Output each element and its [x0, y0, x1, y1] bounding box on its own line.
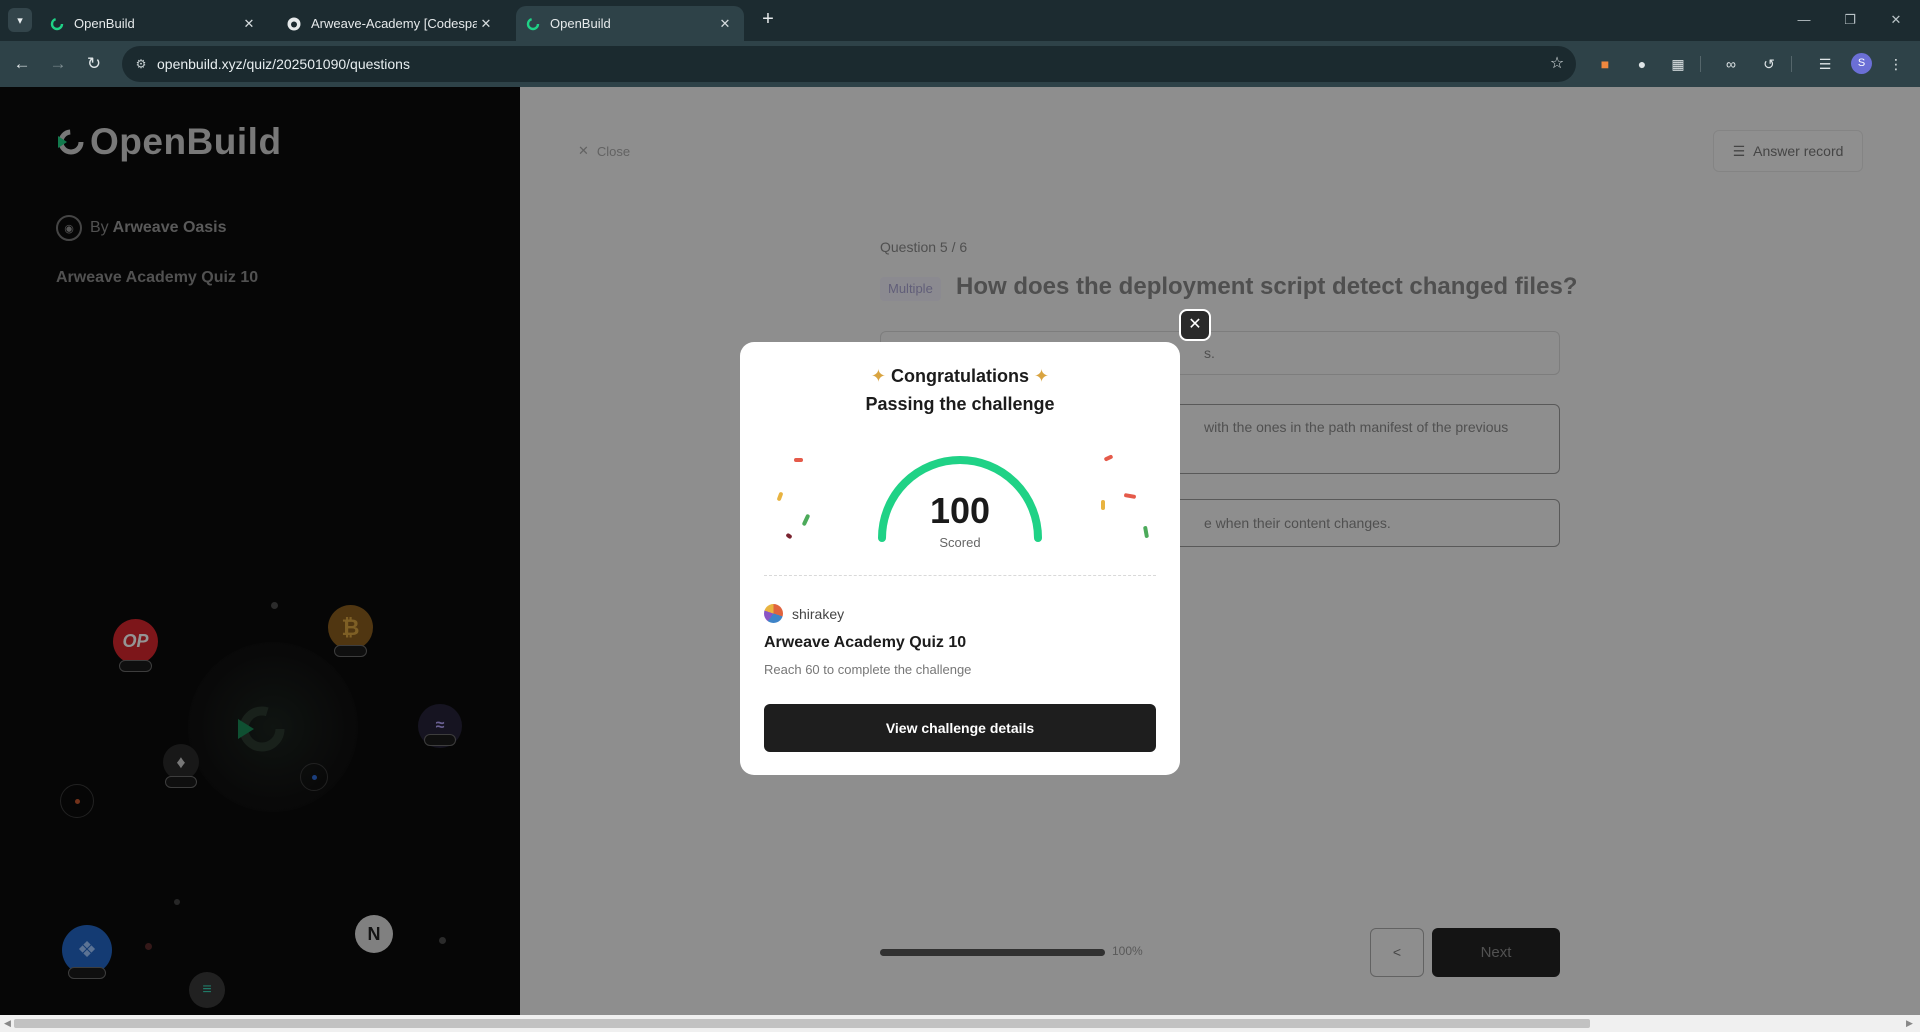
- minimize-icon: —: [1797, 12, 1811, 27]
- dashed-divider: [764, 575, 1156, 576]
- toolbar-separator: [1791, 56, 1792, 72]
- scroll-right-icon[interactable]: ▶: [1906, 1018, 1913, 1029]
- tab-title: OpenBuild: [74, 16, 135, 31]
- media-control-icon[interactable]: ☰: [1815, 54, 1835, 74]
- score-label: Scored: [939, 535, 981, 550]
- toolbar-separator: [1700, 56, 1701, 72]
- modal-close-button[interactable]: ✕: [1179, 309, 1211, 341]
- link-icon[interactable]: ∞: [1721, 54, 1741, 74]
- arrow-right-icon: →: [49, 54, 67, 73]
- new-tab-button[interactable]: +: [756, 8, 780, 32]
- close-tab-icon[interactable]: ✕: [716, 15, 734, 33]
- metamask-extension-icon[interactable]: ■: [1595, 54, 1615, 74]
- user-avatar: [764, 604, 783, 623]
- tab-title: OpenBuild: [550, 16, 611, 31]
- close-window-button[interactable]: ✕: [1882, 8, 1910, 32]
- party-popper-icon: ✦: [1034, 366, 1050, 386]
- close-icon: ✕: [1890, 12, 1902, 27]
- tab-bar: ▾ OpenBuild ✕ Arweave-Academy [Codespace…: [0, 0, 1920, 41]
- plus-icon: +: [762, 8, 774, 30]
- tab-title: Arweave-Academy [Codespaces: [311, 16, 477, 31]
- horizontal-scrollbar[interactable]: ◀ ▶: [0, 1015, 1920, 1032]
- reload-button[interactable]: ↻: [82, 52, 106, 76]
- arrow-left-icon: ←: [13, 54, 31, 73]
- github-icon: [287, 17, 301, 30]
- username: shirakey: [792, 605, 845, 622]
- modal-title: ✦ Congratulations ✦: [740, 366, 1180, 387]
- close-tab-icon[interactable]: ✕: [477, 15, 495, 33]
- chevron-down-icon: ▾: [17, 14, 23, 27]
- score-value: 100: [929, 490, 991, 531]
- reload-icon: ↻: [86, 54, 102, 73]
- ghost-extension-icon[interactable]: ●: [1632, 54, 1652, 74]
- close-tab-icon[interactable]: ✕: [240, 15, 258, 33]
- page: OpenBuild ◉ By Arweave Oasis Arweave Aca…: [0, 87, 1920, 1015]
- tab-openbuild-1[interactable]: OpenBuild ✕: [40, 6, 268, 41]
- forward-button[interactable]: →: [46, 52, 70, 76]
- close-icon: ✕: [1188, 316, 1202, 333]
- challenge-requirement: Reach 60 to complete the challenge: [764, 662, 972, 677]
- browser-toolbar: ← → ↻ ⚙ openbuild.xyz/quiz/202501090/que…: [0, 41, 1920, 87]
- menu-kebab-icon[interactable]: ⋮: [1886, 54, 1906, 74]
- address-bar[interactable]: ⚙ openbuild.xyz/quiz/202501090/questions…: [122, 46, 1576, 82]
- scrollbar-thumb[interactable]: [14, 1019, 1590, 1028]
- back-button[interactable]: ←: [10, 52, 34, 76]
- restore-icon: ❐: [1844, 12, 1856, 27]
- view-challenge-details-button[interactable]: View challenge details: [764, 704, 1156, 752]
- user-info: shirakey: [764, 604, 844, 623]
- party-popper-icon: ✦: [870, 366, 886, 386]
- confetti-piece: [794, 458, 803, 462]
- congratulations-modal: ✦ Congratulations ✦ Passing the challeng…: [740, 342, 1180, 775]
- profile-avatar[interactable]: S: [1851, 53, 1872, 74]
- modal-title-text: Congratulations: [891, 366, 1029, 386]
- site-settings-icon[interactable]: ⚙: [132, 55, 150, 73]
- tab-openbuild-active[interactable]: OpenBuild ✕: [516, 6, 744, 41]
- bookmark-star-icon[interactable]: ☆: [1546, 53, 1568, 75]
- minimize-button[interactable]: —: [1790, 8, 1818, 32]
- history-icon[interactable]: ↺: [1759, 54, 1779, 74]
- modal-quiz-name: Arweave Academy Quiz 10: [764, 634, 967, 651]
- modal-subtitle: Passing the challenge: [865, 394, 1055, 414]
- extensions-puzzle-icon[interactable]: ▦: [1668, 54, 1688, 74]
- tab-arweave-academy[interactable]: Arweave-Academy [Codespaces ✕: [277, 6, 505, 41]
- scroll-left-icon[interactable]: ◀: [4, 1018, 11, 1029]
- openbuild-favicon-icon: [526, 17, 540, 30]
- confetti-piece: [1103, 454, 1114, 462]
- url-text: openbuild.xyz/quiz/202501090/questions: [157, 56, 410, 72]
- openbuild-favicon-icon: [50, 17, 64, 30]
- restore-button[interactable]: ❐: [1836, 8, 1864, 32]
- tab-search-button[interactable]: ▾: [8, 8, 32, 32]
